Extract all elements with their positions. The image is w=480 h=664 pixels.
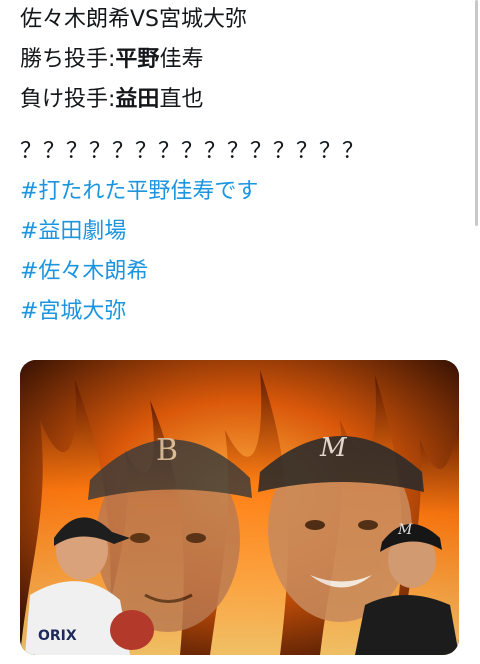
lose-label: 負け投手: [20,87,116,112]
winning-pitcher-line: 勝ち投手:平野佳寿 [20,40,460,80]
svg-text:M: M [397,522,413,538]
svg-text:M: M [319,433,348,463]
svg-text:B: B [156,433,178,468]
flame-photo: B M ORIX M [20,360,459,655]
lose-name-bold: 益田 [115,87,160,112]
question-marks: ？？？？？？？？？？？？？？？ [20,139,366,164]
svg-text:ORIX: ORIX [38,628,77,644]
tweet-image[interactable]: B M ORIX M [20,360,459,655]
win-label: 勝ち投手: [20,47,116,72]
hashtag-link[interactable]: #益田劇場 [20,212,460,252]
tweet-title: 佐々木朗希VS宮城大弥 [20,7,248,32]
losing-pitcher-line: 負け投手:益田直也 [20,80,460,120]
scrollbar[interactable] [475,0,478,226]
lose-name-rest: 直也 [159,87,204,112]
win-name-bold: 平野 [115,47,160,72]
tweet-body: 佐々木朗希VS宮城大弥 勝ち投手:平野佳寿 負け投手:益田直也 ？？？？？？？？… [20,0,460,332]
hashtag-link[interactable]: #打たれた平野佳寿です [20,172,460,212]
hashtag-link[interactable]: #佐々木朗希 [20,252,460,292]
win-name-rest: 佳寿 [159,47,204,72]
hashtag-link[interactable]: #宮城大弥 [20,292,460,332]
